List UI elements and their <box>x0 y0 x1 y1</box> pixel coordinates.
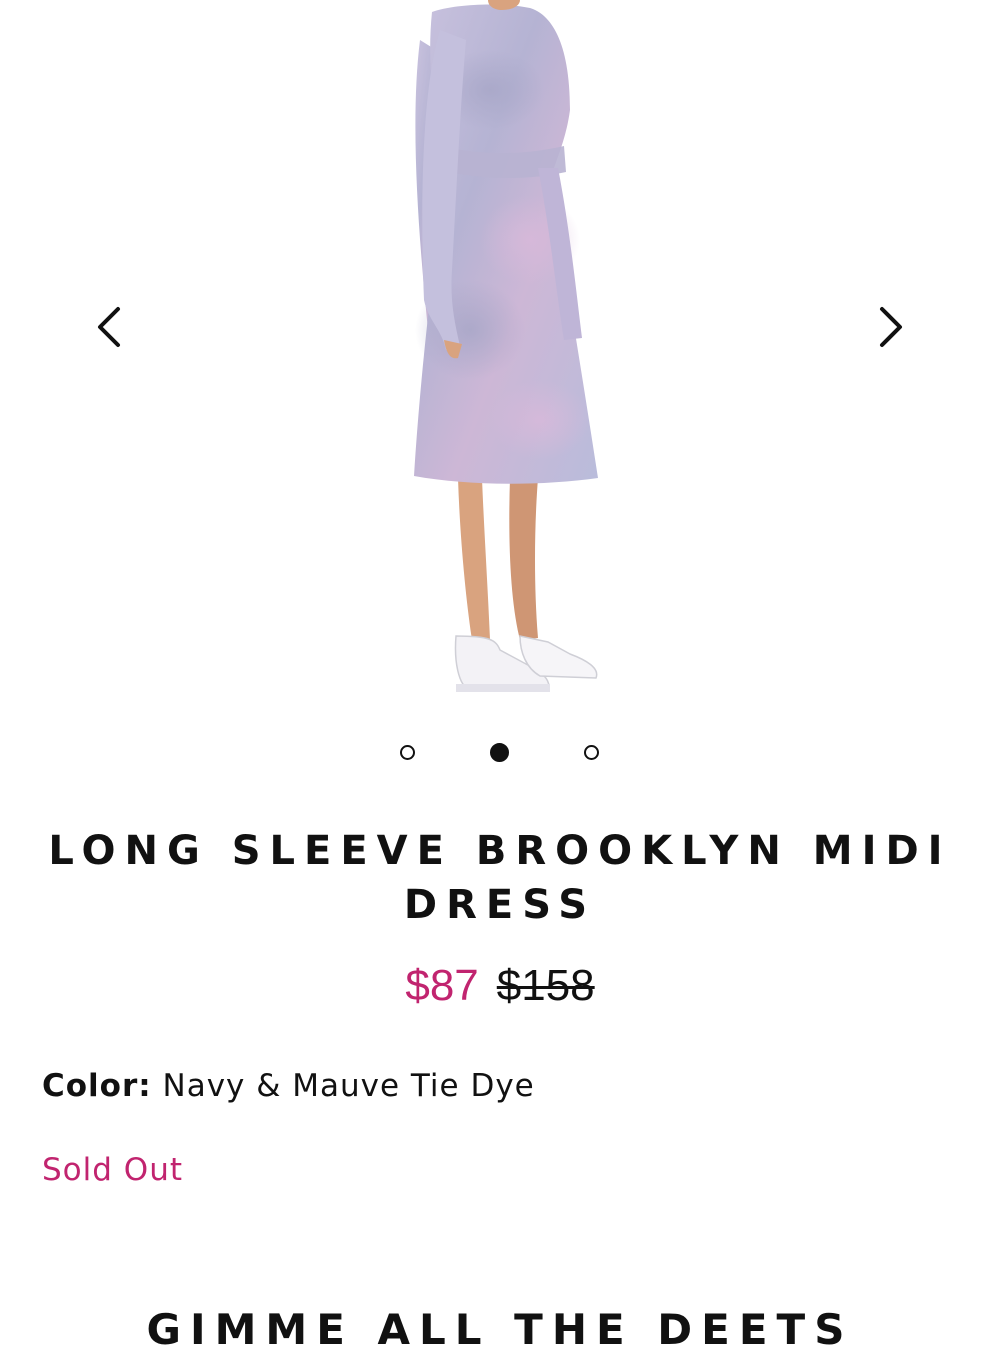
next-image-button[interactable] <box>860 297 920 357</box>
details-section-title[interactable]: GIMME ALL THE DEETS <box>0 1300 1000 1360</box>
color-selection: Color: Navy & Mauve Tie Dye <box>42 1064 535 1108</box>
sale-price: $87 <box>405 961 479 1010</box>
stock-status: Sold Out <box>42 1152 183 1188</box>
chevron-right-icon <box>880 307 902 347</box>
product-title: LONG SLEEVE BROOKLYN MIDI DRESS <box>48 828 952 928</box>
carousel-pagination <box>0 742 1000 766</box>
product-image <box>414 0 598 692</box>
carousel-dot-active[interactable] <box>490 743 509 762</box>
price-row: $87 $158 <box>0 958 1000 1014</box>
product-image-carousel[interactable] <box>0 0 1000 720</box>
original-price: $158 <box>496 961 595 1010</box>
carousel-dot[interactable] <box>584 745 599 760</box>
color-value: Navy & Mauve Tie Dye <box>162 1068 535 1104</box>
color-label: Color: <box>42 1068 152 1104</box>
carousel-dot[interactable] <box>400 745 415 760</box>
chevron-left-icon <box>98 307 120 347</box>
previous-image-button[interactable] <box>80 297 140 357</box>
